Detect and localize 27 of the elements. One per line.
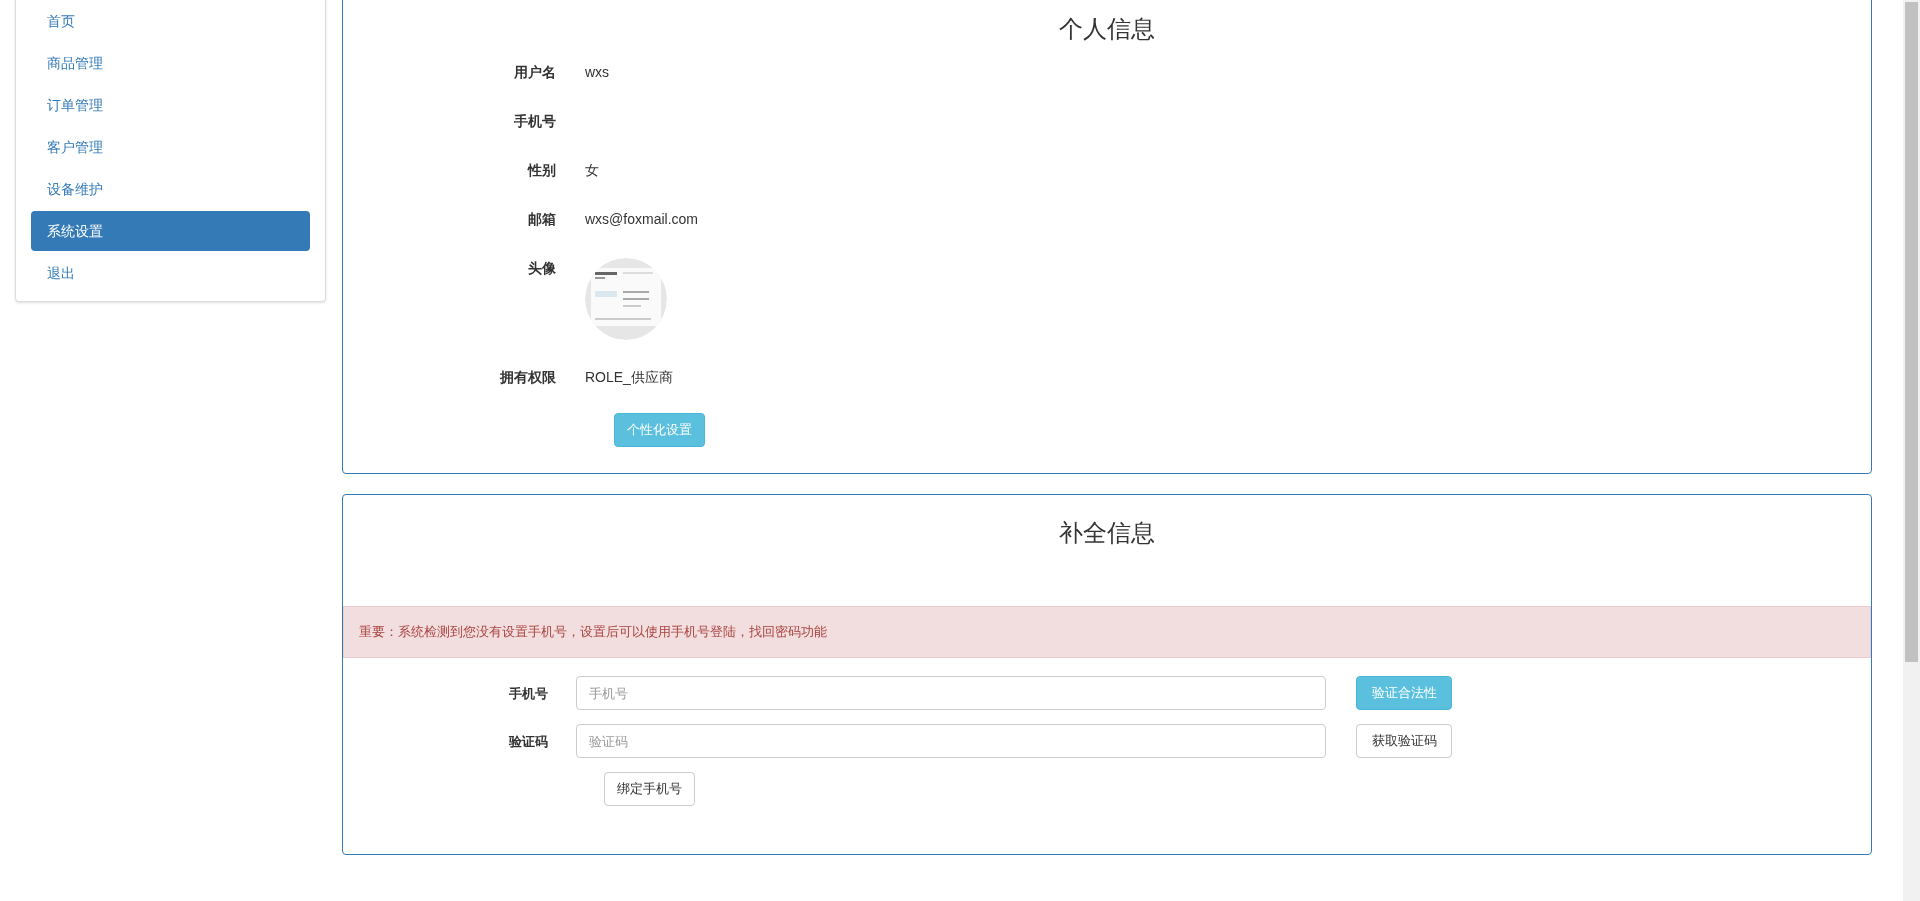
sidebar-item[interactable]: 商品管理 [31,43,310,83]
form-button[interactable]: 获取验证码 [1356,724,1452,758]
card-title: 个人信息 [1059,15,1155,42]
sidebar-item[interactable]: 设备维护 [31,169,310,209]
field-label: 邮箱 [528,211,556,227]
field-label: 性别 [528,162,556,178]
field-label: 用户名 [514,64,556,80]
sidebar-item[interactable]: 首页 [31,1,310,41]
field-label: 手机号 [509,685,548,701]
bind-phone-button[interactable]: 绑定手机号 [604,772,695,806]
field-value: wxs@foxmail.com [585,211,698,227]
field-value: wxs [585,64,610,80]
input-field[interactable]: 验证码 [576,724,1326,758]
scrollbar[interactable] [1903,0,1920,901]
sidebar-item[interactable]: 订单管理 [31,85,310,125]
field-label: 拥有权限 [500,369,556,385]
field-value: ROLE_供应商 [585,369,673,385]
sidebar-item[interactable]: 系统设置 [31,211,310,251]
alert-message: 重要：系统检测到您没有设置手机号，设置后可以使用手机号登陆，找回密码功能 [343,606,1871,658]
card-title: 补全信息 [1059,519,1155,546]
field-label: 头像 [528,260,556,276]
field-label: 手机号 [514,113,556,129]
field-value: 女 [585,162,599,178]
field-label: 验证码 [509,733,548,749]
sidebar-item[interactable]: 退出 [31,253,310,293]
sidebar-item[interactable]: 客户管理 [31,127,310,167]
input-field[interactable]: 手机号 [576,676,1326,710]
